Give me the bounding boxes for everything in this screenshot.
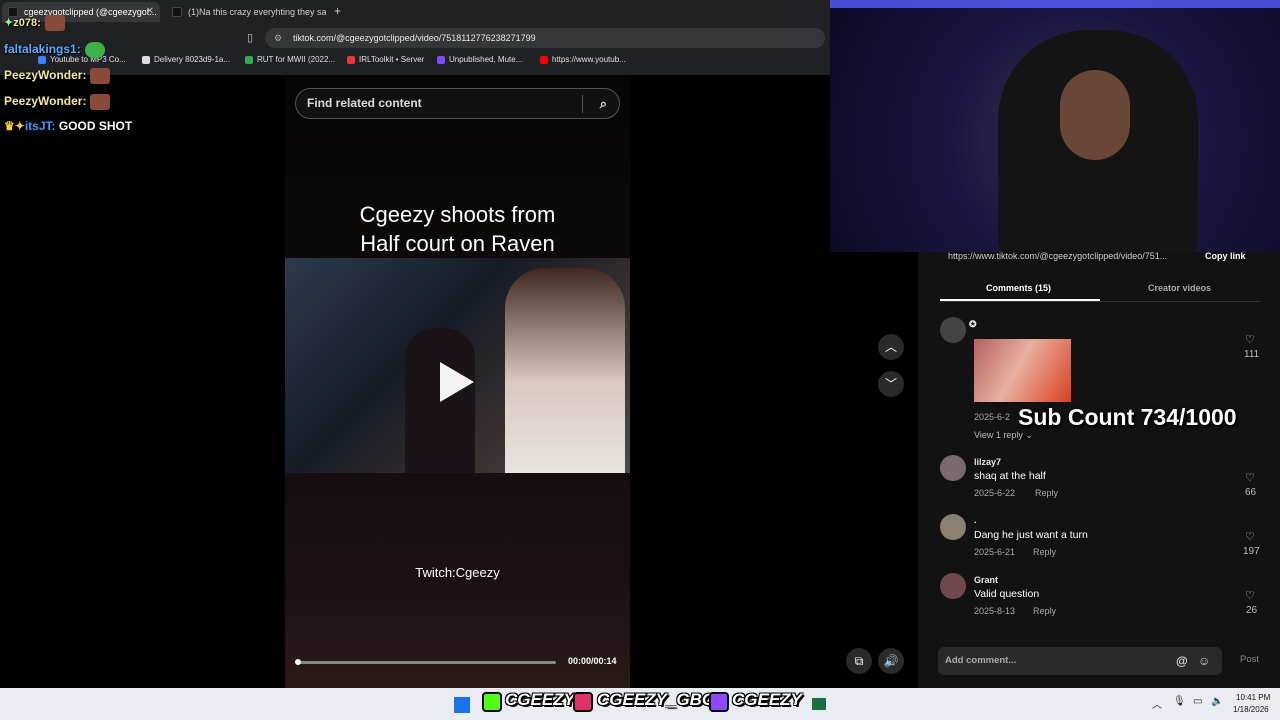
bookmark-item[interactable]: Unpublished, Mute...: [437, 55, 522, 64]
tab-label: (1)Na this crazy everyhting they said...: [188, 7, 326, 17]
search-placeholder: Find related content: [307, 96, 422, 110]
avatar[interactable]: [940, 514, 966, 540]
previous-video-button[interactable]: ︿: [878, 334, 904, 360]
mini-player-button[interactable]: ⧉: [846, 648, 872, 674]
tray-chevron-icon[interactable]: ︿: [1152, 696, 1162, 711]
play-icon[interactable]: [440, 362, 474, 402]
heart-icon[interactable]: ♡: [1245, 471, 1255, 484]
heart-icon[interactable]: ♡: [1245, 589, 1255, 602]
bookmark-item[interactable]: IRLToolkit • Server: [347, 55, 424, 64]
chat-message: ♛✦itsJT: GOOD SHOT: [4, 119, 133, 133]
post-button[interactable]: Post: [1240, 654, 1259, 665]
url-text: tiktok.com/@cgeezygotclipped/video/75181…: [293, 33, 536, 43]
chat-text: GOOD SHOT: [58, 119, 133, 133]
comment-username[interactable]: Grant: [974, 575, 998, 585]
twitch-handle: CGEEZY: [732, 690, 802, 709]
view-replies-button[interactable]: View 1 reply ⌄: [974, 430, 1033, 441]
kick-icon: [482, 692, 502, 712]
chat-message: PeezyWonder:: [4, 94, 111, 110]
excel-icon[interactable]: [812, 698, 826, 710]
site-info-icon[interactable]: ⚙: [274, 28, 282, 48]
copy-link-button[interactable]: Copy link: [1205, 251, 1246, 261]
instagram-handle: CGEEZY_GBC: [597, 690, 715, 709]
bookmark-icon[interactable]: ▯: [247, 31, 253, 44]
twitch-icon: [709, 692, 729, 712]
comment-date: 2025-6-2: [974, 412, 1011, 422]
comment-date: 2025-6-21: [974, 547, 1016, 557]
search-divider: [582, 95, 583, 113]
like-count: 111: [1244, 349, 1260, 360]
browser-chrome: cgeezygotclipped (@cgeezygot... ✕ (1)Na …: [0, 0, 830, 75]
search-input[interactable]: Find related content ⌕: [295, 88, 620, 119]
comment-date: 2025-8-13: [974, 606, 1016, 616]
instagram-icon: [573, 692, 593, 712]
video-time: 00:00/00:14: [568, 656, 617, 666]
emote-icon: [44, 15, 65, 31]
chat-message: faltalakings1:: [4, 42, 105, 58]
kick-handle: CGEEZY: [505, 690, 575, 709]
bookmark-item[interactable]: RUT for MWII (2022...: [245, 55, 335, 64]
mention-icon[interactable]: @: [1176, 647, 1188, 675]
emote-icon: [90, 68, 111, 84]
avatar[interactable]: [940, 573, 966, 599]
tab-tiktok-video[interactable]: (1)Na this crazy everyhting they said...: [166, 2, 326, 22]
search-icon[interactable]: ⌕: [600, 89, 607, 118]
taskbar-date[interactable]: 1/18/2026: [1233, 705, 1269, 714]
comments-panel: [918, 252, 1280, 688]
next-video-button[interactable]: ﹀: [878, 371, 904, 397]
video-caption: Cgeezy shoots from Half court on Raven: [359, 202, 556, 256]
close-tab-icon[interactable]: ✕: [146, 2, 154, 22]
tab-divider: [940, 301, 1260, 302]
bookmark-item[interactable]: Delivery 8023d9-1a...: [142, 55, 230, 64]
led-strip: [830, 0, 1280, 8]
crown-icon: ♛✦: [4, 119, 25, 133]
reply-button[interactable]: Reply: [1033, 606, 1056, 616]
like-count: 26: [1246, 605, 1258, 616]
tab-active-indicator: [940, 299, 1100, 301]
comment-image[interactable]: [974, 339, 1071, 402]
bookmark-item[interactable]: https://www.youtub...: [540, 55, 626, 64]
tiktok-icon: [172, 7, 182, 17]
taskbar-time[interactable]: 10:41 PM: [1236, 693, 1270, 702]
new-tab-button[interactable]: +: [334, 4, 341, 18]
comment-text: shaq at the half: [974, 470, 1046, 482]
avatar[interactable]: [940, 317, 966, 343]
avatar[interactable]: [940, 455, 966, 481]
streamer-face: [1060, 70, 1130, 160]
reply-button[interactable]: Reply: [1033, 547, 1056, 557]
progress-bar[interactable]: [296, 661, 556, 664]
address-bar[interactable]: ⚙ tiktok.com/@cgeezygotclipped/video/751…: [265, 28, 825, 48]
comment-text: Dang he just want a turn: [974, 529, 1088, 541]
verified-icon: ✪: [969, 319, 977, 329]
windows-start-icon[interactable]: [454, 697, 470, 713]
progress-handle[interactable]: [295, 659, 301, 665]
network-icon[interactable]: ▭: [1193, 696, 1202, 707]
comment-text: Valid question: [974, 588, 1040, 600]
like-count: 197: [1243, 546, 1260, 557]
heart-icon[interactable]: ♡: [1245, 333, 1255, 346]
sub-count-overlay: Sub Count 734/1000: [1018, 404, 1237, 430]
reply-button[interactable]: Reply: [1035, 488, 1058, 498]
speaker-icon[interactable]: 🔈: [1211, 696, 1223, 707]
emote-icon: [84, 42, 105, 58]
tab-comments[interactable]: Comments (15): [986, 283, 1051, 293]
heart-icon[interactable]: ♡: [1245, 530, 1255, 543]
like-count: 66: [1245, 487, 1257, 498]
volume-button[interactable]: 🔊: [878, 648, 904, 674]
chat-message: ✦z078:: [4, 15, 65, 31]
comment-username[interactable]: lilzay7: [974, 457, 1001, 467]
mic-icon[interactable]: 🎙: [1173, 696, 1186, 707]
tab-creator-videos[interactable]: Creator videos: [1148, 283, 1211, 293]
share-link-url: https://www.tiktok.com/@cgeezygotclipped…: [948, 251, 1168, 261]
video-watermark: Twitch:Cgeezy: [415, 565, 500, 580]
chat-message: PeezyWonder:: [4, 68, 111, 84]
comment-username[interactable]: .: [974, 515, 977, 525]
add-comment-input[interactable]: Add comment... @ ☺: [938, 647, 1222, 675]
comment-date: 2025-6-22: [974, 488, 1016, 498]
emoji-icon[interactable]: ☺: [1198, 647, 1210, 675]
badge-icon: ✦: [4, 16, 14, 29]
emote-icon: [90, 94, 111, 110]
video-subject: [505, 268, 625, 473]
webcam-feed: [830, 0, 1280, 252]
